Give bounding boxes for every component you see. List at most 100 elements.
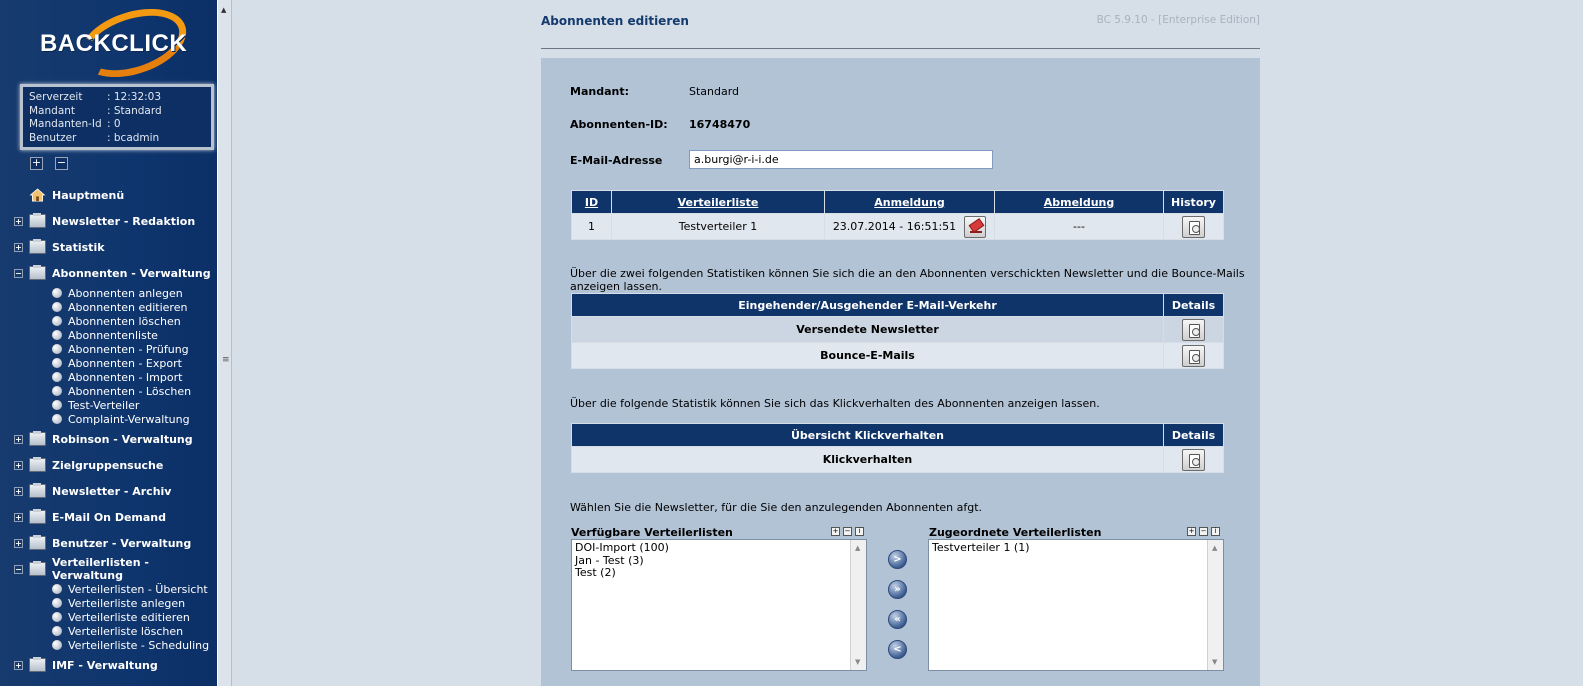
- submenu-item[interactable]: Verteilerliste löschen: [14, 624, 214, 638]
- menu-section-verteilerlisten-verwaltung[interactable]: − Verteilerlisten - Verwaltung: [14, 556, 214, 582]
- add-icon[interactable]: +: [1187, 527, 1196, 536]
- menu-section-newsletter-redaktion[interactable]: + Newsletter - Redaktion: [14, 208, 214, 234]
- info-icon[interactable]: i: [855, 527, 864, 536]
- bullet-icon: [52, 344, 62, 354]
- cell-details: [1163, 446, 1224, 473]
- menu-section-email-on-demand[interactable]: + E-Mail On Demand: [14, 504, 214, 530]
- sort-link[interactable]: Verteilerliste: [678, 196, 759, 209]
- submenu-item[interactable]: Verteilerliste anlegen: [14, 596, 214, 610]
- table-row: Bounce-E-Mails: [571, 342, 1224, 369]
- info-key: Mandanten-Id: [29, 118, 102, 130]
- submenu-item[interactable]: Abonnenten editieren: [14, 300, 214, 314]
- expand-icon[interactable]: +: [14, 434, 23, 444]
- vertical-scrollbar[interactable]: [850, 540, 866, 670]
- submenu-item[interactable]: Abonnenten löschen: [14, 314, 214, 328]
- info-key: Serverzeit: [29, 91, 83, 103]
- move-all-left-button[interactable]: «: [888, 610, 907, 629]
- column-header-verteilerliste[interactable]: Verteilerliste: [611, 190, 825, 214]
- menu-section-label: Benutzer - Verwaltung: [52, 536, 192, 550]
- collapse-all-button[interactable]: −: [55, 157, 68, 170]
- submenu-item[interactable]: Verteilerliste - Scheduling: [14, 638, 214, 652]
- menu-section-abonnenten-verwaltung[interactable]: − Abonnenten - Verwaltung: [14, 260, 214, 286]
- cell-history: [1163, 213, 1224, 240]
- list-item[interactable]: Test (2): [575, 566, 863, 580]
- table-row: 1 Testverteiler 1 23.07.2014 - 16:51:51 …: [571, 213, 1224, 240]
- expand-icon[interactable]: +: [14, 216, 23, 226]
- submenu-item[interactable]: Abonnenten anlegen: [14, 286, 214, 300]
- sort-link[interactable]: Anmeldung: [874, 196, 944, 209]
- expand-icon[interactable]: +: [14, 486, 23, 496]
- submenu-item[interactable]: Complaint-Verwaltung: [14, 412, 214, 426]
- sort-link[interactable]: ID: [585, 196, 598, 209]
- vertical-scrollbar[interactable]: [1207, 540, 1223, 670]
- frame-splitter[interactable]: ▲ ≡: [217, 0, 232, 686]
- submenu-item[interactable]: Abonnenten - Löschen: [14, 384, 214, 398]
- details-button[interactable]: [1182, 448, 1205, 471]
- assigned-lists-listbox[interactable]: Testverteiler 1 (1): [928, 539, 1224, 671]
- details-button[interactable]: [1182, 344, 1205, 367]
- submenu-item-label: Abonnenten anlegen: [68, 286, 183, 300]
- cell-list: Testverteiler 1: [611, 213, 825, 240]
- submenu-item[interactable]: Abonnenten - Import: [14, 370, 214, 384]
- book-icon: [29, 213, 46, 228]
- submenu-item[interactable]: Abonnenten - Prüfung: [14, 342, 214, 356]
- add-icon[interactable]: +: [831, 527, 840, 536]
- email-traffic-table: Eingehender/Ausgehender E-Mail-Verkehr D…: [571, 293, 1224, 369]
- column-header-id[interactable]: ID: [571, 190, 612, 214]
- collapse-icon[interactable]: −: [14, 268, 23, 278]
- bullet-icon: [52, 358, 62, 368]
- sort-link[interactable]: Abmeldung: [1044, 196, 1115, 209]
- header-divider: [541, 48, 1260, 49]
- collapse-icon[interactable]: −: [14, 564, 23, 574]
- remove-icon[interactable]: −: [843, 527, 852, 536]
- move-left-button[interactable]: <: [888, 640, 907, 659]
- column-header-abmeldung[interactable]: Abmeldung: [994, 190, 1164, 214]
- expand-icon[interactable]: +: [14, 460, 23, 470]
- submenu-item[interactable]: Verteilerliste editieren: [14, 610, 214, 624]
- email-field[interactable]: [689, 150, 993, 169]
- submenu-item[interactable]: Abonnentenliste: [14, 328, 214, 342]
- details-button[interactable]: [1182, 318, 1205, 341]
- menu-section-newsletter-archiv[interactable]: + Newsletter - Archiv: [14, 478, 214, 504]
- list-item[interactable]: DOI-Import (100): [575, 541, 863, 555]
- menu-section-zielgruppensuche[interactable]: + Zielgruppensuche: [14, 452, 214, 478]
- expand-icon[interactable]: +: [14, 538, 23, 548]
- menu-item-hauptmenu[interactable]: Hauptmenü: [14, 182, 214, 208]
- submenu-item-label: Verteilerliste anlegen: [68, 596, 186, 610]
- available-lists-listbox[interactable]: DOI-Import (100) Jan - Test (3) Test (2): [571, 539, 867, 671]
- submenu-item-label: Abonnenten - Prüfung: [68, 342, 189, 356]
- expand-icon[interactable]: +: [14, 512, 23, 522]
- splitter-grip-icon[interactable]: ≡: [222, 355, 230, 365]
- info-icon[interactable]: i: [1211, 527, 1220, 536]
- list-item[interactable]: Jan - Test (3): [575, 554, 863, 568]
- expand-icon[interactable]: +: [14, 660, 23, 670]
- menu-section-benutzer-verwaltung[interactable]: + Benutzer - Verwaltung: [14, 530, 214, 556]
- menu-section-statistik[interactable]: + Statistik: [14, 234, 214, 260]
- submenu-item[interactable]: Abonnenten - Export: [14, 356, 214, 370]
- column-header-history: History: [1163, 190, 1224, 214]
- menu-section-imf-verwaltung[interactable]: + IMF - Verwaltung: [14, 652, 214, 678]
- move-right-button[interactable]: >: [888, 550, 907, 569]
- unsubscribe-button[interactable]: [964, 215, 987, 238]
- expand-all-button[interactable]: +: [30, 157, 43, 170]
- menu-section-robinson-verwaltung[interactable]: + Robinson - Verwaltung: [14, 426, 214, 452]
- remove-icon[interactable]: −: [1199, 527, 1208, 536]
- expand-icon[interactable]: +: [14, 242, 23, 252]
- click-behaviour-table: Übersicht Klickverhalten Details Klickve…: [571, 423, 1224, 473]
- submenu-item[interactable]: Test-Verteiler: [14, 398, 214, 412]
- list-item[interactable]: Testverteiler 1 (1): [932, 541, 1220, 555]
- submenu-item[interactable]: Verteilerlisten - Übersicht: [14, 582, 214, 596]
- traffic-header: Eingehender/Ausgehender E-Mail-Verkehr: [571, 293, 1164, 317]
- column-header-anmeldung[interactable]: Anmeldung: [824, 190, 995, 214]
- scroll-up-icon[interactable]: ▲: [221, 6, 226, 14]
- submenu-item-label: Verteilerliste - Scheduling: [68, 638, 210, 652]
- submenu-item-label: Verteilerliste editieren: [68, 610, 190, 624]
- table-header-row: Übersicht Klickverhalten Details: [571, 423, 1224, 447]
- menu-section-label: Newsletter - Archiv: [52, 484, 172, 498]
- details-header: Details: [1163, 293, 1224, 317]
- book-icon: [29, 457, 46, 472]
- move-all-right-button[interactable]: »: [888, 580, 907, 599]
- history-button[interactable]: [1182, 215, 1205, 238]
- book-icon: [29, 657, 46, 672]
- click-intro-text: Über die folgende Statistik können Sie s…: [570, 397, 1100, 410]
